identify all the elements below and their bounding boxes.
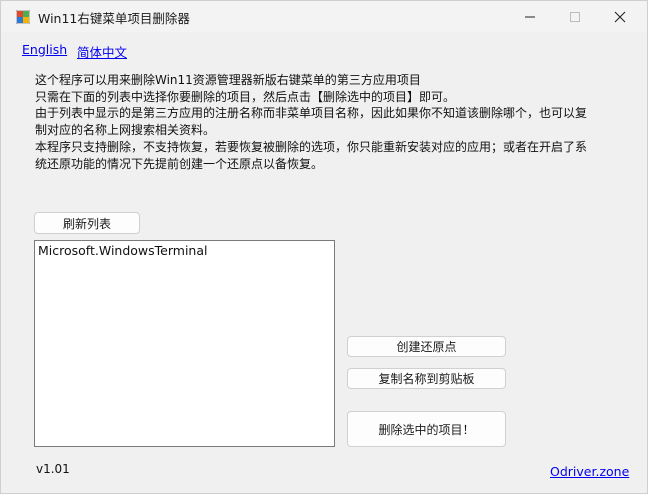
delete-selected-button[interactable]: 删除选中的项目！: [347, 411, 506, 447]
close-icon: [614, 11, 626, 22]
website-link[interactable]: Odriver.zone: [550, 464, 629, 479]
list-item[interactable]: Microsoft.WindowsTerminal: [35, 241, 334, 260]
chinese-link[interactable]: 简体中文: [77, 42, 127, 61]
app-list[interactable]: Microsoft.WindowsTerminal: [34, 240, 335, 447]
minimize-button[interactable]: [507, 1, 553, 32]
description-line: 统还原功能的情况下先提前创建一个还原点以备恢复。: [35, 156, 324, 171]
minimize-icon: [525, 16, 535, 17]
description-line: 这个程序可以用来删除Win11资源管理器新版右键菜单的第三方应用项目: [35, 73, 421, 87]
maximize-icon: [570, 11, 580, 22]
refresh-list-button[interactable]: 刷新列表: [34, 212, 140, 234]
app-window: Win11右键菜单项目删除器 English 简体中文 这个程序可以用来删除Wi…: [0, 0, 648, 494]
description-text: 这个程序可以用来删除Win11资源管理器新版右键菜单的第三方应用项目 只需在下面…: [35, 72, 615, 172]
version-label: v1.01: [36, 462, 70, 476]
title-bar[interactable]: Win11右键菜单项目删除器: [1, 1, 647, 32]
copy-name-button[interactable]: 复制名称到剪贴板: [347, 368, 506, 389]
description-line: 制对应的名称上网搜索相关资料。: [35, 123, 216, 138]
description-line: 由于列表中显示的是第三方应用的注册名称而非菜单项目名称，因此如果你不知道该删除哪…: [35, 106, 588, 121]
maximize-button[interactable]: [552, 1, 598, 32]
description-line: 只需在下面的列表中选择你要删除的项目，然后点击【删除选中的项目】即可。: [35, 89, 456, 104]
description-line: 本程序只支持删除，不支持恢复，若要恢复被删除的选项，你只能重新安装对应的应用；或…: [35, 139, 588, 154]
create-restore-point-button[interactable]: 创建还原点: [347, 336, 506, 357]
close-button[interactable]: [597, 1, 643, 32]
app-icon: [15, 9, 31, 25]
window-title: Win11右键菜单项目删除器: [38, 11, 190, 26]
english-link[interactable]: English: [22, 42, 67, 57]
